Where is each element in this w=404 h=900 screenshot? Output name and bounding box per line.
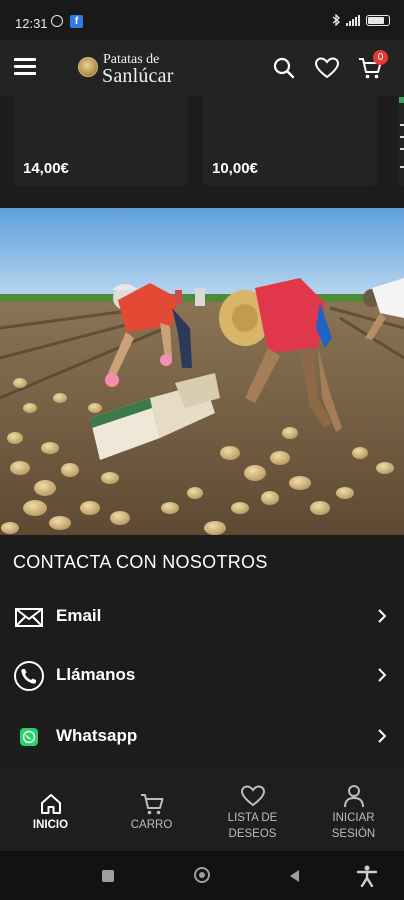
home-icon <box>40 794 61 814</box>
accessibility-icon[interactable] <box>357 865 377 887</box>
contact-email-row[interactable]: Email <box>0 588 404 646</box>
product-price: 10,00€ <box>212 160 258 177</box>
system-navigation-bar <box>0 851 404 900</box>
heart-icon <box>240 785 265 807</box>
nav-login[interactable]: INICIAR SESIÓN <box>303 768 404 851</box>
app-header: Patatas de Sanlúcar <box>0 40 404 96</box>
menu-icon[interactable] <box>14 58 36 76</box>
chevron-right-icon <box>378 729 387 743</box>
bluetooth-icon <box>332 14 340 26</box>
heart-icon[interactable] <box>314 55 340 81</box>
nav-wishlist-label-line1: LISTA DE <box>227 812 278 824</box>
facebook-icon: f <box>70 15 83 28</box>
bottom-navigation: INICIO CARRO LISTA DE DESEOS INICIAR SES… <box>0 768 404 851</box>
contact-whatsapp-label: Whatsapp <box>56 726 138 745</box>
alarm-icon <box>51 15 63 27</box>
mail-icon <box>15 608 43 627</box>
contact-phone-row[interactable]: Llámanos <box>0 647 404 705</box>
nav-wishlist-label-line2: DESEOS <box>228 828 277 840</box>
status-bar: 12:31 f <box>0 0 404 40</box>
nav-cart[interactable]: CARRO <box>101 768 202 851</box>
product-card-partial[interactable] <box>398 96 404 186</box>
nav-cart-label: CARRO <box>130 819 173 831</box>
cart-count-badge: 0 <box>373 50 388 65</box>
status-time: 12:31 <box>15 16 48 31</box>
back-button[interactable] <box>288 869 300 883</box>
contact-section-title: CONTACTA CON NOSOTROS <box>13 552 268 572</box>
whatsapp-icon <box>20 728 38 746</box>
cart-icon <box>140 794 163 815</box>
contact-phone-label: Llámanos <box>56 665 136 684</box>
user-icon <box>343 785 364 808</box>
logo-line2: Sanlúcar <box>102 65 174 87</box>
chevron-right-icon <box>378 668 387 682</box>
nav-home[interactable]: INICIO <box>0 768 101 851</box>
recents-button[interactable] <box>102 870 114 882</box>
home-button[interactable] <box>194 867 210 883</box>
search-icon[interactable] <box>271 55 297 81</box>
nav-wishlist[interactable]: LISTA DE DESEOS <box>202 768 303 851</box>
nav-login-label-line2: SESIÓN <box>331 828 376 840</box>
contact-whatsapp-row[interactable]: Whatsapp <box>0 708 404 766</box>
logo-medal-icon <box>78 57 98 77</box>
nav-home-label: INICIO <box>32 819 69 831</box>
hero-harvest-photo <box>0 208 404 535</box>
signal-icon <box>346 14 360 26</box>
nav-login-label-line1: INICIAR <box>332 812 375 824</box>
battery-icon <box>366 14 390 26</box>
product-price: 14,00€ <box>23 160 69 177</box>
phone-icon <box>14 661 44 691</box>
contact-email-label: Email <box>56 606 102 625</box>
chevron-right-icon <box>378 609 387 623</box>
product-card[interactable]: 14,00€ <box>14 96 188 186</box>
product-card[interactable]: 10,00€ <box>203 96 377 186</box>
brand-logo[interactable]: Patatas de Sanlúcar <box>78 51 180 87</box>
